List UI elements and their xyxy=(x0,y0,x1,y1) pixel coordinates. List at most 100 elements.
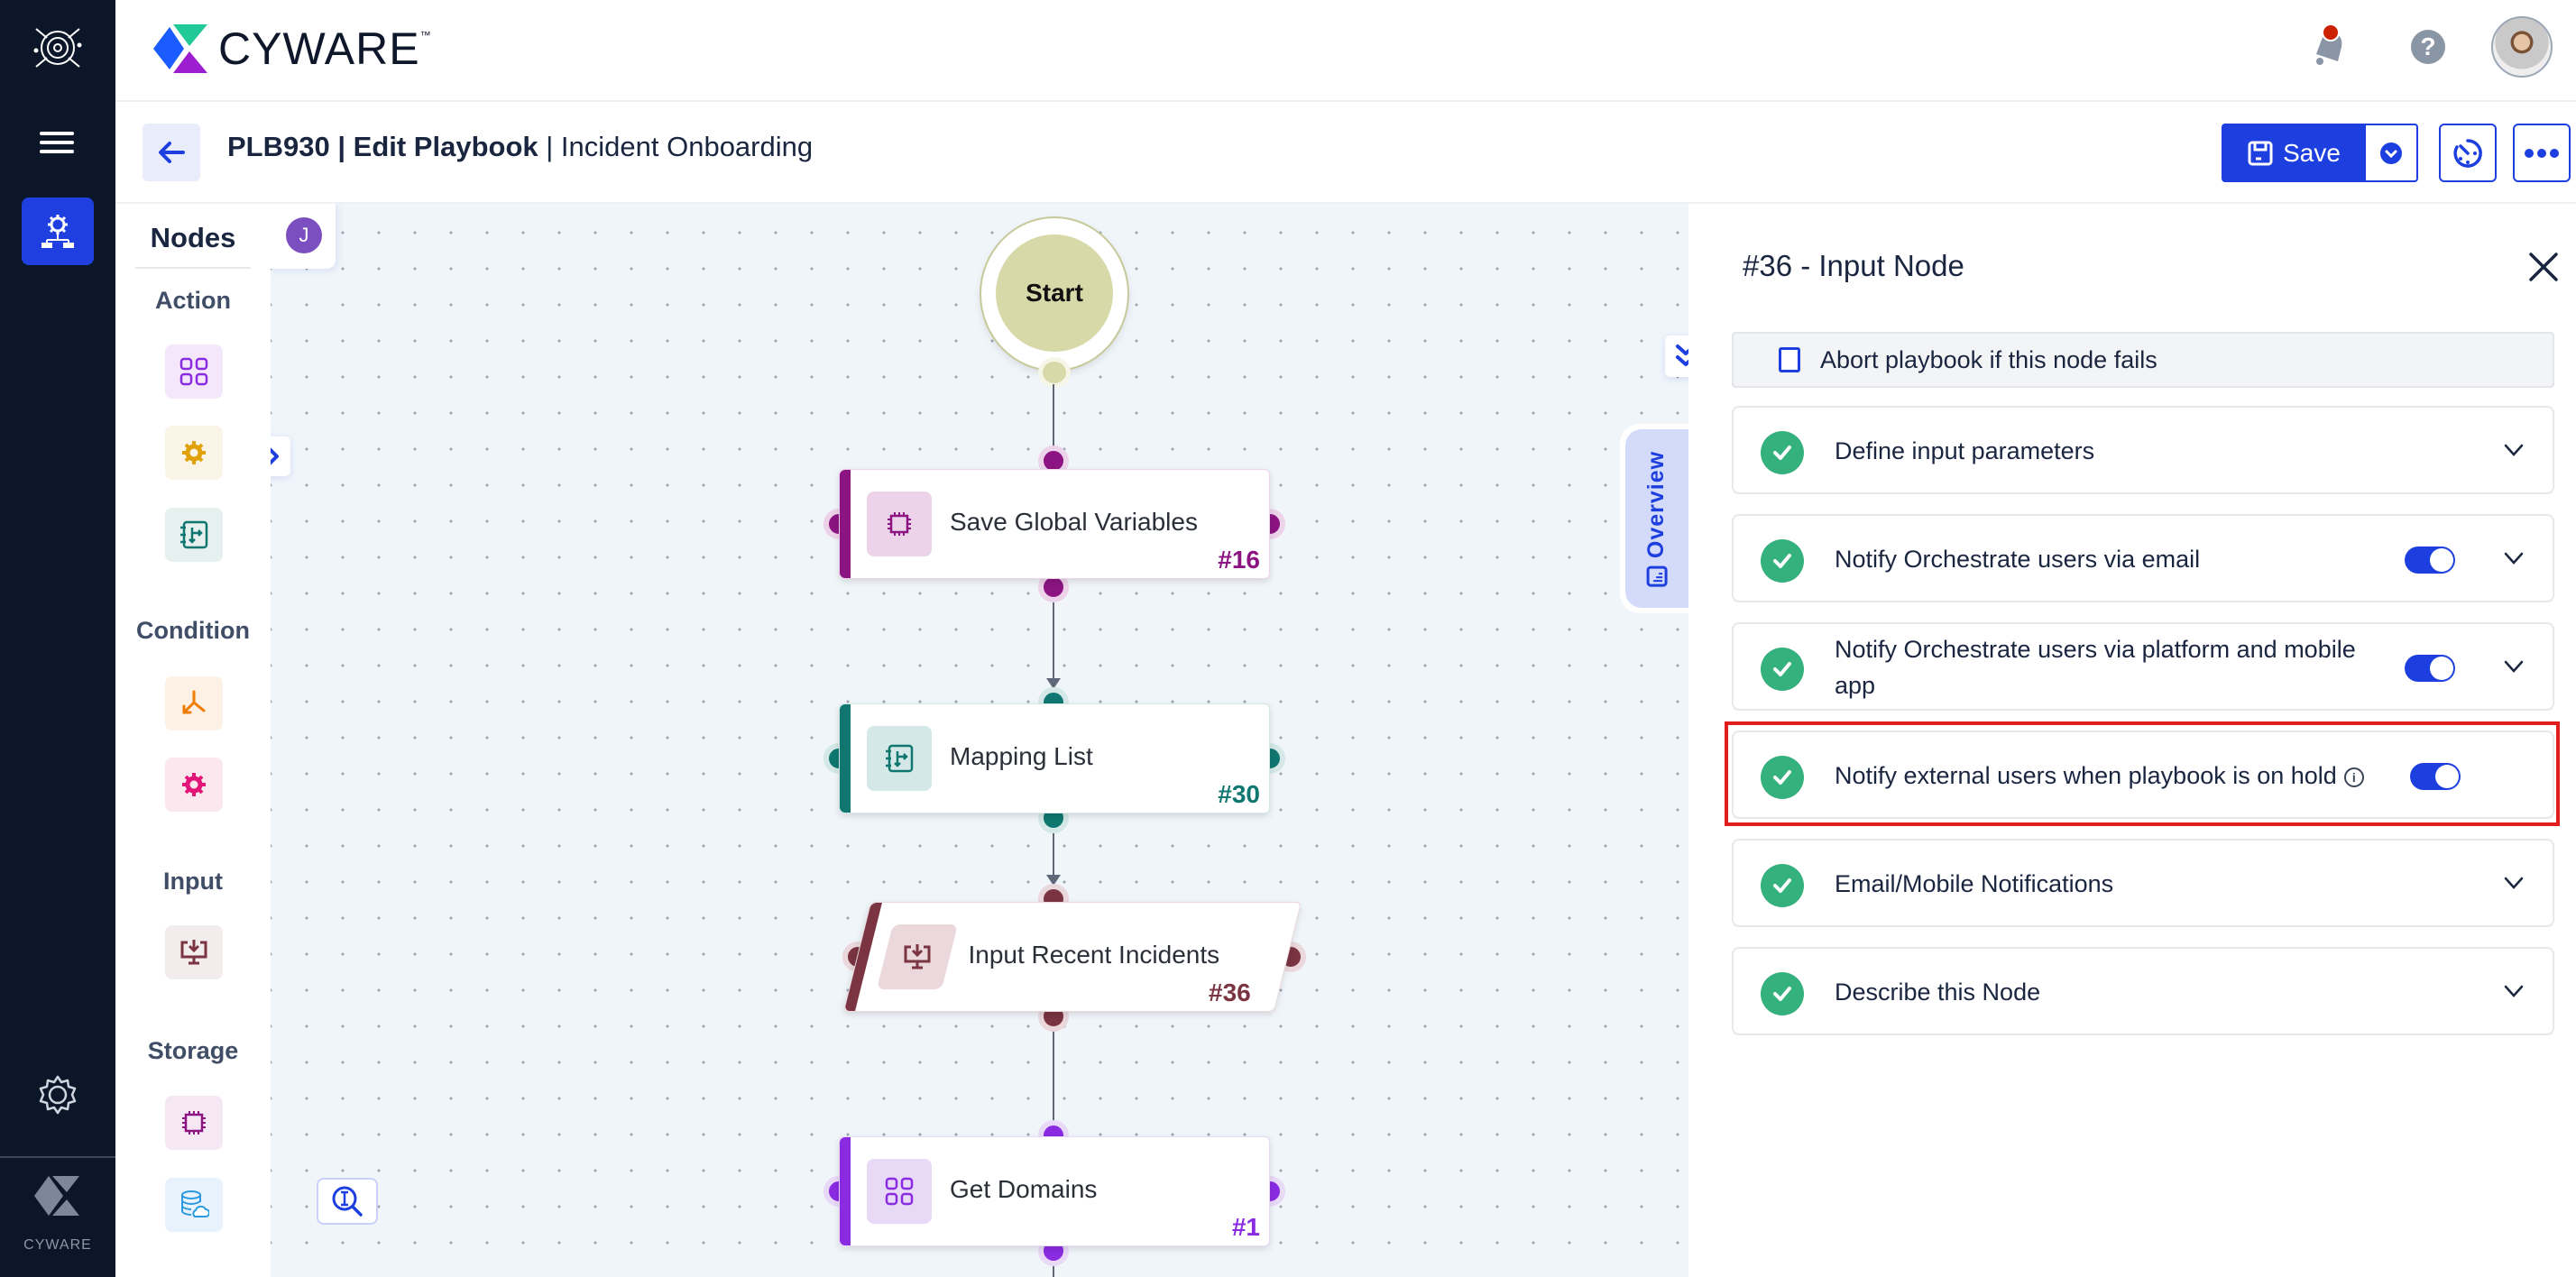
section-label-wrap: Notify external users when playbook is o… xyxy=(1835,758,2364,794)
overview-label: Overview xyxy=(1643,450,1670,558)
nodes-palette: Nodes Action Condition Input Storage xyxy=(115,204,271,1277)
playbook-node-30[interactable]: Mapping List #30 xyxy=(839,703,1270,813)
chevron-down-circle-icon xyxy=(2380,142,2402,164)
info-icon[interactable]: i xyxy=(2343,767,2364,787)
chevron-down-icon[interactable] xyxy=(2502,655,2525,678)
memory-chip-icon xyxy=(888,512,911,536)
section-describe-node[interactable]: Describe this Node xyxy=(1732,947,2554,1035)
playbook-canvas[interactable]: J Start Save Global Variables #16 Mappin… xyxy=(271,204,1688,1277)
section-notify-external-on-hold[interactable]: Notify external users when playbook is o… xyxy=(1732,730,2554,819)
custom-condition-node-tile[interactable] xyxy=(165,758,223,812)
section-label: Notify Orchestrate users via platform an… xyxy=(1835,636,2356,699)
close-icon[interactable] xyxy=(2525,249,2562,285)
edge-16-to-30 xyxy=(1053,597,1054,682)
section-notify-email[interactable]: Notify Orchestrate users via email xyxy=(1732,514,2554,602)
playbook-node-36[interactable]: Input Recent Incidents #36 xyxy=(842,902,1302,1012)
expand-nodes-panel-button[interactable] xyxy=(271,436,290,476)
section-label: Notify external users when playbook is o… xyxy=(1835,762,2337,789)
section-label: Define input parameters xyxy=(1835,437,2095,464)
rail-item-playbooks[interactable] xyxy=(22,198,94,265)
abort-on-fail-row[interactable]: Abort playbook if this node fails xyxy=(1732,332,2554,388)
start-node[interactable]: Start xyxy=(981,218,1127,370)
category-input: Input xyxy=(163,868,223,895)
mapping-node-tile[interactable] xyxy=(165,508,223,562)
storage-database-node-tile[interactable] xyxy=(165,1178,223,1232)
node-icon-tile xyxy=(867,492,932,556)
back-button[interactable] xyxy=(143,124,200,181)
nodes-title: Nodes xyxy=(135,222,251,269)
notification-bell-icon[interactable] xyxy=(2307,22,2351,69)
node-config-panel: #36 - Input Node Abort playbook if this … xyxy=(1688,204,2576,1277)
orchestrate-logo-icon[interactable] xyxy=(31,23,85,72)
overview-chart-icon xyxy=(1646,565,1668,587)
custom-condition-gear-icon xyxy=(182,773,206,796)
mapping-icon xyxy=(180,520,208,549)
cyware-logo-icon xyxy=(153,24,207,73)
rail-brand-text: CYWARE xyxy=(23,1237,92,1253)
save-button[interactable]: Save xyxy=(2222,124,2366,182)
condition-node-tile[interactable] xyxy=(165,676,223,730)
chevron-down-icon[interactable] xyxy=(2502,547,2525,570)
chevron-down-icon[interactable] xyxy=(2502,979,2525,1003)
zoom-search-icon xyxy=(332,1186,363,1217)
section-email-mobile-notifications[interactable]: Email/Mobile Notifications xyxy=(1732,839,2554,927)
hamburger-menu-icon[interactable] xyxy=(40,132,74,155)
node-icon-tile xyxy=(877,924,958,989)
more-options-button[interactable] xyxy=(2513,124,2571,182)
section-label: Notify Orchestrate users via email xyxy=(1835,546,2201,573)
playbook-toolbar: PLB930 | Edit Playbook | Incident Onboar… xyxy=(115,102,2576,204)
abort-checkbox[interactable] xyxy=(1779,347,1800,372)
user-avatar[interactable] xyxy=(2491,16,2553,78)
check-circle-icon xyxy=(1761,972,1804,1015)
storage-memory-node-tile[interactable] xyxy=(165,1096,223,1150)
app-action-node-tile[interactable] xyxy=(165,345,223,399)
notify-external-toggle[interactable] xyxy=(2410,763,2461,790)
collaborator-avatar: J xyxy=(286,217,322,253)
playbook-node-16[interactable]: Save Global Variables #16 xyxy=(839,469,1270,579)
overview-tab-button[interactable]: Overview xyxy=(1625,429,1688,608)
save-options-dropdown[interactable] xyxy=(2366,124,2418,182)
notify-email-toggle[interactable] xyxy=(2405,547,2455,574)
section-notify-platform-mobile[interactable]: Notify Orchestrate users via platform an… xyxy=(1732,622,2554,711)
section-define-input-parameters[interactable]: Define input parameters xyxy=(1732,406,2554,494)
section-label: Describe this Node xyxy=(1835,978,2041,1006)
playbook-workflow-icon xyxy=(41,214,74,248)
abort-label: Abort playbook if this node fails xyxy=(1820,345,2157,373)
node-number: #1 xyxy=(1231,1213,1260,1241)
node-number: #36 xyxy=(1209,978,1252,1006)
page-title: PLB930 | Edit Playbook | Incident Onboar… xyxy=(227,131,813,163)
save-button-group: Save xyxy=(2222,124,2418,182)
chevron-down-icon[interactable] xyxy=(2502,438,2525,462)
category-storage: Storage xyxy=(147,1037,239,1064)
node-icon-tile xyxy=(867,726,932,791)
overview-tab[interactable]: Overview xyxy=(1620,424,1688,613)
custom-action-gear-icon xyxy=(182,441,206,464)
check-circle-icon xyxy=(1761,648,1804,691)
node-label: Input Recent Incidents xyxy=(968,941,1220,969)
cloud-database-icon xyxy=(181,1190,209,1217)
cyware-brand[interactable]: CYWARE ™ xyxy=(153,22,431,76)
node-icon-tile xyxy=(867,1159,932,1224)
node-color-bar xyxy=(840,1137,851,1245)
chevron-down-icon[interactable] xyxy=(2502,871,2525,895)
collaborator-chip[interactable]: J xyxy=(271,204,336,269)
app-action-icon xyxy=(179,357,208,386)
chevrons-right-icon xyxy=(271,447,279,465)
collapse-panel-button[interactable] xyxy=(1665,335,1688,377)
playbook-node-1[interactable]: Get Domains #1 xyxy=(839,1136,1270,1246)
start-output-port[interactable] xyxy=(1038,357,1071,388)
mapping-icon xyxy=(886,744,914,773)
history-timer-icon xyxy=(2453,138,2482,168)
node-label: Save Global Variables xyxy=(950,508,1198,536)
node-number: #30 xyxy=(1218,780,1260,808)
input-node-tile[interactable] xyxy=(165,925,223,979)
help-icon[interactable]: ? xyxy=(2411,30,2445,64)
brand-trademark: ™ xyxy=(419,29,431,41)
node-number: #16 xyxy=(1218,546,1260,574)
notify-platform-toggle[interactable] xyxy=(2405,655,2455,682)
custom-action-node-tile[interactable] xyxy=(165,426,223,480)
version-history-button[interactable] xyxy=(2439,124,2497,182)
zoom-to-fit-button[interactable] xyxy=(317,1178,378,1225)
settings-gear-icon[interactable] xyxy=(36,1073,79,1116)
save-label: Save xyxy=(2283,138,2341,167)
